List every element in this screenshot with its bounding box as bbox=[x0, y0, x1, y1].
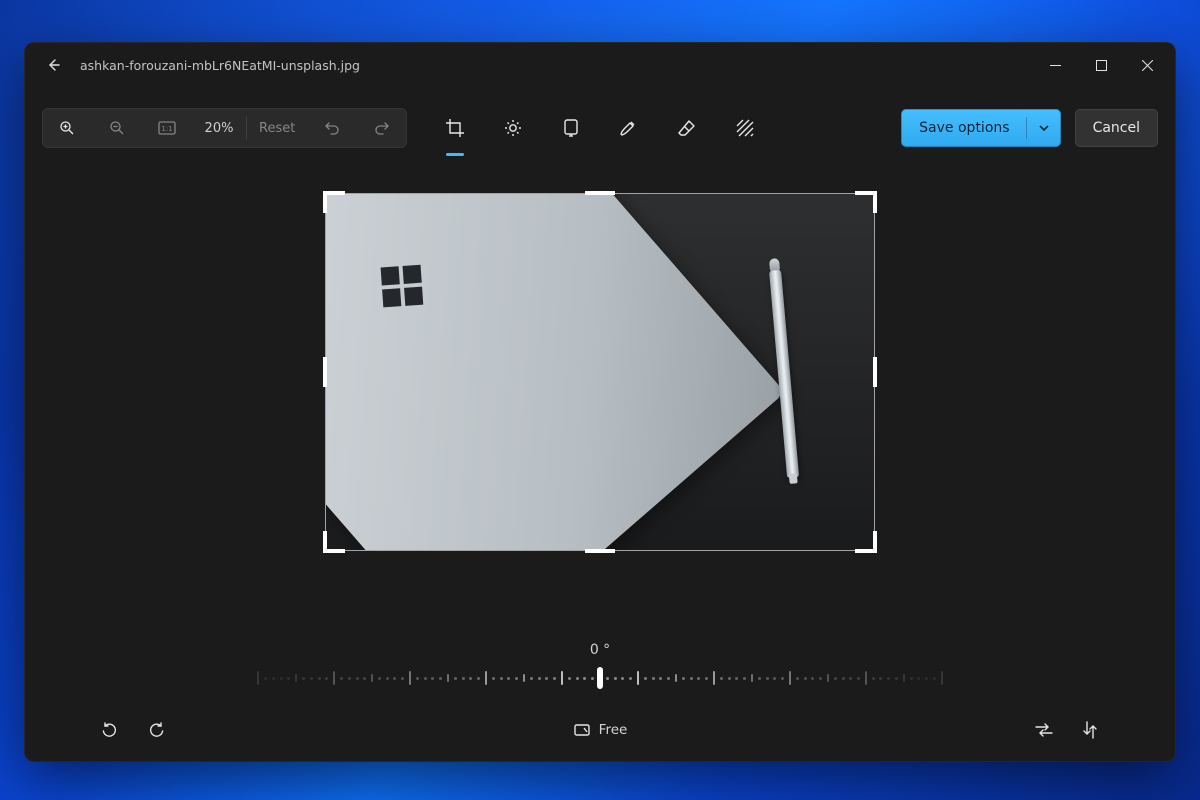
photos-editor-window: ashkan-forouzani-mbLr6NEatMI-unsplash.jp… bbox=[24, 42, 1176, 762]
reset-button[interactable]: Reset bbox=[247, 108, 307, 148]
filename-label: ashkan-forouzani-mbLr6NEatMI-unsplash.jp… bbox=[80, 58, 360, 73]
maximize-icon bbox=[1096, 60, 1107, 71]
rotation-angle-label: 0 ° bbox=[94, 642, 1106, 658]
undo-icon bbox=[324, 120, 340, 136]
rotation-thumb[interactable] bbox=[597, 667, 603, 689]
fit-icon: 1:1 bbox=[158, 121, 176, 135]
edit-mode-tabs bbox=[437, 108, 763, 148]
back-button[interactable] bbox=[36, 48, 70, 82]
redo-button[interactable] bbox=[357, 108, 407, 148]
save-options-label: Save options bbox=[901, 120, 1025, 136]
crop-icon bbox=[445, 118, 465, 138]
crop-handle[interactable] bbox=[585, 191, 615, 195]
zoom-level-label: 20% bbox=[192, 108, 246, 148]
crop-handle[interactable] bbox=[873, 531, 877, 553]
back-arrow-icon bbox=[45, 57, 61, 73]
flip-vertical-button[interactable] bbox=[1074, 714, 1106, 746]
tab-retouch[interactable] bbox=[669, 110, 705, 146]
crop-handle[interactable] bbox=[323, 357, 327, 387]
crop-bottom-controls: 0 ° bbox=[24, 642, 1176, 762]
tab-filters[interactable] bbox=[553, 110, 589, 146]
crop-frame[interactable] bbox=[326, 194, 874, 550]
tab-markup[interactable] bbox=[611, 110, 647, 146]
minimize-button[interactable] bbox=[1032, 48, 1078, 82]
redo-icon bbox=[374, 120, 390, 136]
background-icon bbox=[735, 118, 755, 138]
zoom-in-icon bbox=[59, 120, 75, 136]
image-preview bbox=[326, 194, 874, 550]
aspect-ratio-button[interactable]: Free bbox=[563, 714, 638, 746]
zoom-out-icon bbox=[109, 120, 125, 136]
aspect-ratio-label: Free bbox=[599, 722, 628, 738]
zoom-in-button[interactable] bbox=[42, 108, 92, 148]
save-options-button[interactable]: Save options bbox=[901, 109, 1060, 147]
cancel-button[interactable]: Cancel bbox=[1075, 109, 1158, 147]
maximize-button[interactable] bbox=[1078, 48, 1124, 82]
crop-handle[interactable] bbox=[323, 191, 327, 213]
tab-adjust[interactable] bbox=[495, 110, 531, 146]
eraser-icon bbox=[677, 118, 697, 138]
brightness-icon bbox=[503, 118, 523, 138]
tab-background[interactable] bbox=[727, 110, 763, 146]
rotation-slider[interactable] bbox=[94, 664, 1106, 692]
svg-text:1:1: 1:1 bbox=[161, 125, 172, 133]
titlebar: ashkan-forouzani-mbLr6NEatMI-unsplash.jp… bbox=[24, 42, 1176, 88]
rotate-cw-button[interactable] bbox=[140, 714, 172, 746]
aspect-icon bbox=[573, 721, 591, 739]
minimize-icon bbox=[1050, 60, 1061, 71]
filter-icon bbox=[561, 118, 581, 138]
zoom-group: 1:1 20% Reset bbox=[42, 108, 407, 148]
rotate-cw-icon bbox=[147, 721, 165, 739]
crop-handle[interactable] bbox=[873, 357, 877, 387]
canvas-area bbox=[24, 158, 1176, 642]
rotate-ccw-button[interactable] bbox=[94, 714, 126, 746]
undo-button[interactable] bbox=[307, 108, 357, 148]
windows-logo-icon bbox=[381, 265, 426, 310]
zoom-fit-button[interactable]: 1:1 bbox=[142, 108, 192, 148]
flip-vertical-icon bbox=[1082, 720, 1098, 740]
rotate-ccw-icon bbox=[101, 721, 119, 739]
crop-handle[interactable] bbox=[873, 191, 877, 213]
close-icon bbox=[1142, 60, 1153, 71]
tab-crop[interactable] bbox=[437, 110, 473, 146]
zoom-out-button[interactable] bbox=[92, 108, 142, 148]
flip-horizontal-icon bbox=[1034, 722, 1054, 738]
crop-handle[interactable] bbox=[585, 549, 615, 553]
save-options-chevron[interactable] bbox=[1027, 122, 1061, 134]
chevron-down-icon bbox=[1038, 122, 1050, 134]
flip-horizontal-button[interactable] bbox=[1028, 714, 1060, 746]
pen-icon bbox=[619, 118, 639, 138]
crop-handle[interactable] bbox=[323, 531, 327, 553]
close-button[interactable] bbox=[1124, 48, 1170, 82]
editor-toolbar: 1:1 20% Reset bbox=[24, 98, 1176, 158]
